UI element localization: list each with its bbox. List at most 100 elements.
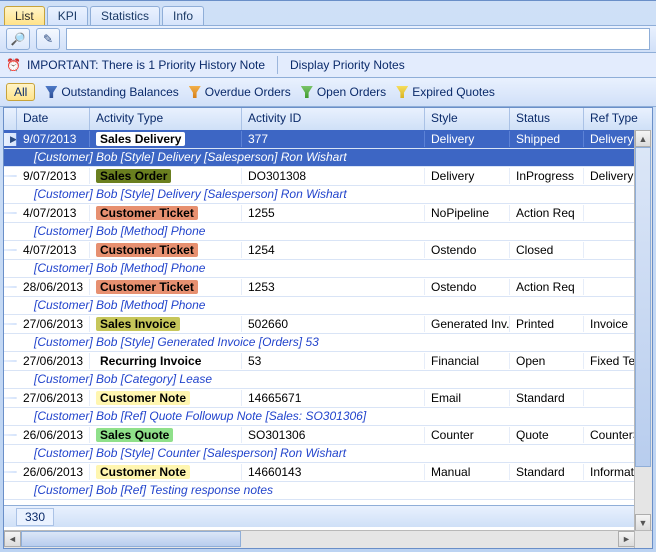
row-indicator: [4, 360, 17, 362]
toolbar: 🔎 ✎: [0, 25, 656, 53]
app-window: List KPI Statistics Info 🔎 ✎ ⏰ IMPORTANT…: [0, 0, 656, 552]
filter-bar: All Outstanding Balances Overdue Orders …: [0, 78, 656, 107]
row-indicator: [4, 212, 17, 214]
row-detail: [Customer] Bob [Style] Delivery [Salespe…: [4, 186, 635, 204]
tab-bar: List KPI Statistics Info: [0, 1, 656, 25]
tab-kpi[interactable]: KPI: [47, 6, 88, 25]
table-row[interactable]: 27/06/2013Customer Note14665671EmailStan…: [4, 389, 635, 408]
cell-activity-type: Customer Ticket: [90, 279, 242, 295]
row-indicator: [4, 397, 17, 399]
filter-outstanding-balances[interactable]: Outstanding Balances: [45, 85, 178, 99]
search-input[interactable]: [66, 28, 650, 50]
table-row[interactable]: 26/06/2013Customer Note14660143ManualSta…: [4, 463, 635, 482]
header-activity-id[interactable]: Activity ID: [242, 108, 425, 130]
cell-date: 26/06/2013: [17, 464, 90, 480]
funnel-icon: [189, 86, 201, 98]
search-icon[interactable]: 🔎: [6, 28, 30, 50]
header-style[interactable]: Style: [425, 108, 510, 130]
table-row[interactable]: 4/07/2013Customer Ticket1254OstendoClose…: [4, 241, 635, 260]
filter-expired-quotes[interactable]: Expired Quotes: [396, 85, 495, 99]
tab-statistics[interactable]: Statistics: [90, 6, 160, 25]
scroll-thumb[interactable]: [635, 147, 651, 467]
row-detail: [Customer] Bob [Method] Phone: [4, 223, 635, 241]
funnel-icon: [45, 86, 57, 98]
cell-activity-type: Sales Quote: [90, 427, 242, 443]
vertical-scrollbar[interactable]: ▲ ▼: [634, 130, 652, 548]
cell-date: 9/07/2013: [17, 168, 90, 184]
cell-ref-type: [584, 249, 635, 251]
table-row[interactable]: 28/06/2013Customer Ticket1253OstendoActi…: [4, 278, 635, 297]
alert-text: IMPORTANT: There is 1 Priority History N…: [27, 58, 265, 72]
cell-ref-type: [584, 212, 635, 214]
clear-icon[interactable]: ✎: [36, 28, 60, 50]
filter-overdue-orders[interactable]: Overdue Orders: [189, 85, 291, 99]
row-indicator: [4, 175, 17, 177]
cell-style: Ostendo: [425, 242, 510, 258]
cell-activity-id: 1253: [242, 279, 425, 295]
table-row[interactable]: ▶9/07/2013Sales Delivery377DeliveryShipp…: [4, 130, 635, 149]
cell-status: InProgress: [510, 168, 584, 184]
scroll-thumb[interactable]: [21, 531, 241, 547]
table-row[interactable]: 4/07/2013Customer Ticket1255NoPipelineAc…: [4, 204, 635, 223]
alarm-icon: ⏰: [6, 58, 21, 72]
cell-ref-type: Invoice: [584, 316, 635, 332]
table-row[interactable]: 27/06/2013Recurring Invoice53FinancialOp…: [4, 352, 635, 371]
header-activity-type[interactable]: Activity Type: [90, 108, 242, 130]
row-indicator: [4, 249, 17, 251]
table-row[interactable]: 26/06/2013Sales QuoteSO301306CounterQuot…: [4, 426, 635, 445]
cell-activity-type: Customer Ticket: [90, 205, 242, 221]
cell-ref-type: [584, 397, 635, 399]
header-ref-type[interactable]: Ref Type: [584, 108, 653, 130]
cell-date: 4/07/2013: [17, 242, 90, 258]
cell-status: Printed: [510, 316, 584, 332]
tab-info[interactable]: Info: [162, 6, 204, 25]
row-indicator: [4, 286, 17, 288]
scroll-up-icon[interactable]: ▲: [635, 130, 651, 147]
row-indicator: [4, 471, 17, 473]
cell-style: Delivery: [425, 131, 510, 147]
row-detail: [Customer] Bob [Method] Phone: [4, 297, 635, 315]
horizontal-scrollbar[interactable]: ◄ ►: [4, 530, 635, 548]
display-priority-notes-link[interactable]: Display Priority Notes: [290, 58, 405, 72]
header-gutter: [4, 108, 17, 130]
cell-status: Shipped: [510, 131, 584, 147]
cell-date: 26/06/2013: [17, 427, 90, 443]
cell-ref-type: Fixed Term: [584, 353, 635, 369]
cell-status: Standard: [510, 464, 584, 480]
row-detail: [Customer] Bob [Ref] Quote Followup Note…: [4, 408, 635, 426]
scroll-right-icon[interactable]: ►: [618, 531, 635, 547]
filter-label: Outstanding Balances: [61, 85, 178, 99]
cell-date: 9/07/2013: [17, 131, 90, 147]
filter-label: Expired Quotes: [412, 85, 495, 99]
row-detail: [Customer] Bob [Style] Generated Invoice…: [4, 334, 635, 352]
cell-activity-type: Customer Note: [90, 464, 242, 480]
header-date[interactable]: Date: [17, 108, 90, 130]
scroll-left-icon[interactable]: ◄: [4, 531, 21, 547]
scroll-down-icon[interactable]: ▼: [635, 514, 651, 531]
cell-activity-id: 502660: [242, 316, 425, 332]
cell-ref-type: DeliveryOrder: [584, 168, 635, 184]
table-row[interactable]: 27/06/2013Sales Invoice502660Generated I…: [4, 315, 635, 334]
filter-all[interactable]: All: [6, 83, 35, 101]
cell-status: Action Req: [510, 279, 584, 295]
filter-open-orders[interactable]: Open Orders: [301, 85, 386, 99]
funnel-icon: [301, 86, 313, 98]
cell-status: Open: [510, 353, 584, 369]
scroll-corner: [634, 530, 652, 548]
filter-label: Open Orders: [317, 85, 386, 99]
row-detail: [Customer] Bob [Category] Lease: [4, 371, 635, 389]
activity-grid: Date Activity Type Activity ID Style Sta…: [3, 107, 653, 549]
cell-style: Ostendo: [425, 279, 510, 295]
tab-list[interactable]: List: [4, 6, 45, 25]
cell-style: Financial: [425, 353, 510, 369]
grid-body[interactable]: ▶9/07/2013Sales Delivery377DeliveryShipp…: [4, 130, 635, 506]
row-detail: [Customer] Bob [Method] Phone: [4, 260, 635, 278]
cell-activity-id: 1254: [242, 242, 425, 258]
cell-ref-type: [584, 286, 635, 288]
row-indicator: [4, 434, 17, 436]
alert-bar: ⏰ IMPORTANT: There is 1 Priority History…: [0, 53, 656, 78]
cell-activity-id: SO301306: [242, 427, 425, 443]
cell-style: Manual: [425, 464, 510, 480]
header-status[interactable]: Status: [510, 108, 584, 130]
table-row[interactable]: 9/07/2013Sales OrderDO301308DeliveryInPr…: [4, 167, 635, 186]
